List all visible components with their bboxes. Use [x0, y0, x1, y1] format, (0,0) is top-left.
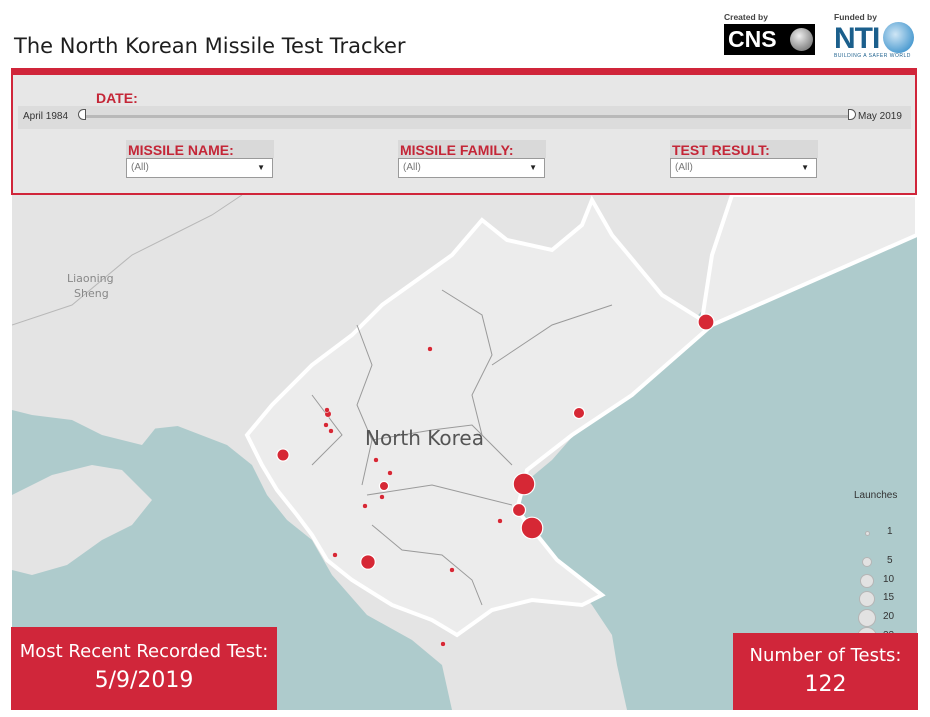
chevron-down-icon: ▼: [801, 163, 809, 172]
launch-site-marker[interactable]: [373, 457, 379, 463]
launch-site-marker[interactable]: [697, 313, 715, 331]
legend-circle: [864, 530, 870, 536]
launch-site-marker[interactable]: [427, 346, 433, 352]
chevron-down-icon: ▼: [529, 163, 537, 172]
most-recent-label: Most Recent Recorded Test:: [19, 641, 269, 662]
cns-logo[interactable]: CNS: [724, 24, 815, 55]
launch-site-marker[interactable]: [360, 554, 376, 570]
number-of-tests-panel: Number of Tests: 122: [733, 633, 918, 710]
nti-globe-icon: [883, 22, 914, 53]
nti-tagline: BUILDING A SAFER WORLD: [834, 53, 911, 59]
legend-label: 1: [887, 526, 893, 537]
launch-site-marker[interactable]: [276, 448, 290, 462]
created-by-caption: Created by: [724, 12, 768, 22]
legend-circle: [862, 557, 872, 567]
launches-legend: Launches 1510152022: [851, 488, 911, 647]
missile-family-label: MISSILE FAMILY:: [400, 142, 514, 158]
number-of-tests-label: Number of Tests:: [749, 645, 902, 666]
test-result-value: (All): [675, 162, 693, 173]
legend-circle: [858, 609, 876, 627]
launch-site-marker[interactable]: [323, 422, 329, 428]
liaoning-label-line2: Sheng: [74, 287, 109, 300]
funded-by-caption: Funded by: [834, 12, 877, 22]
launch-site-marker[interactable]: [497, 518, 503, 524]
globe-icon: [790, 28, 813, 51]
launch-site-marker[interactable]: [572, 406, 586, 420]
most-recent-test-panel: Most Recent Recorded Test: 5/9/2019: [11, 627, 277, 710]
liaoning-label-line1: Liaoning: [67, 272, 114, 285]
legend-label: 10: [883, 574, 895, 585]
legend-circle: [860, 574, 874, 588]
launch-site-marker[interactable]: [520, 516, 544, 540]
launch-site-marker[interactable]: [332, 552, 338, 558]
launch-site-marker[interactable]: [440, 641, 446, 647]
date-end-label: May 2019: [858, 111, 902, 122]
launch-site-marker[interactable]: [379, 494, 385, 500]
north-korea-label: North Korea: [365, 426, 484, 450]
page-title: The North Korean Missile Test Tracker: [14, 34, 406, 58]
legend-label: 20: [883, 611, 895, 622]
missile-family-value: (All): [403, 162, 421, 173]
launch-site-marker[interactable]: [512, 472, 536, 496]
missile-name-label: MISSILE NAME:: [128, 142, 234, 158]
missile-name-value: (All): [131, 162, 149, 173]
launch-site-marker[interactable]: [362, 503, 368, 509]
date-slider-track[interactable]: [85, 115, 850, 118]
chevron-down-icon: ▼: [257, 163, 265, 172]
legend-title: Launches: [854, 490, 898, 501]
missile-family-dropdown[interactable]: (All) ▼: [398, 158, 545, 178]
most-recent-value: 5/9/2019: [94, 668, 194, 693]
nti-logo[interactable]: NTI: [834, 22, 880, 56]
launch-site-marker[interactable]: [387, 470, 393, 476]
launch-site-marker[interactable]: [511, 502, 527, 518]
launch-site-marker[interactable]: [324, 407, 330, 413]
date-start-label: April 1984: [23, 111, 69, 122]
legend-circle: [859, 591, 875, 607]
legend-label: 5: [887, 555, 893, 566]
number-of-tests-value: 122: [804, 672, 847, 697]
test-result-label: TEST RESULT:: [672, 142, 770, 158]
date-slider-start-handle[interactable]: [78, 109, 86, 120]
legend-label: 15: [883, 592, 895, 603]
launch-site-marker[interactable]: [328, 428, 334, 434]
date-filter-label: DATE:: [96, 90, 138, 106]
test-result-dropdown[interactable]: (All) ▼: [670, 158, 817, 178]
missile-name-dropdown[interactable]: (All) ▼: [126, 158, 273, 178]
cns-logo-text: CNS: [728, 26, 777, 52]
launch-site-marker[interactable]: [449, 567, 455, 573]
land-shandong: [12, 465, 152, 575]
launch-site-marker[interactable]: [378, 480, 390, 492]
